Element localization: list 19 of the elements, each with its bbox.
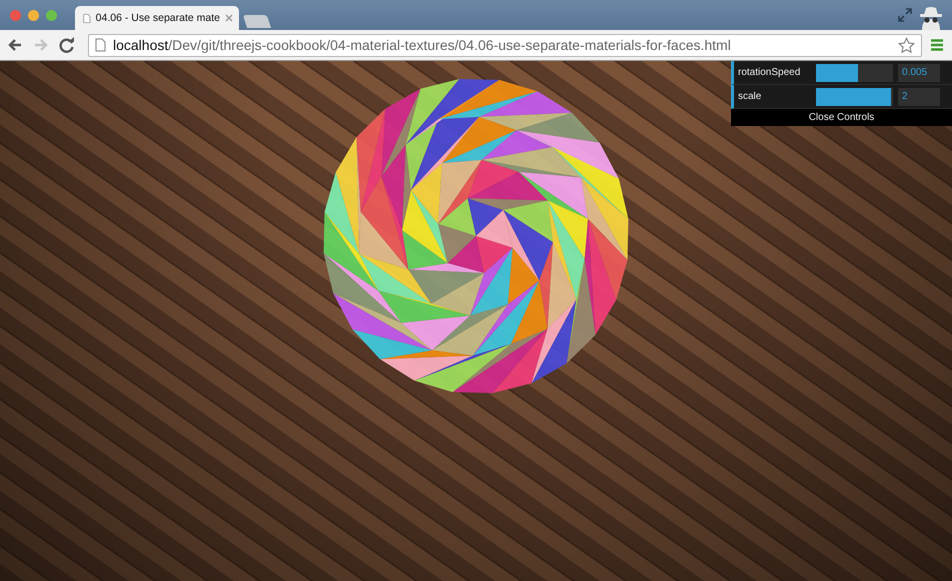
page-icon (95, 38, 106, 52)
browser-tab[interactable]: 04.06 - Use separate mate (75, 6, 239, 30)
close-controls-button[interactable]: Close Controls (731, 109, 952, 126)
zoom-window-button[interactable] (46, 10, 57, 20)
minimize-window-button[interactable] (28, 10, 39, 20)
address-bar[interactable]: localhost/Dev/git/threejs-cookbook/04-material-textures/04.06-use-separate-materials-for-faces.html (88, 34, 922, 56)
control-label: rotationSpeed (738, 67, 802, 78)
page-icon (83, 12, 91, 24)
menu-icon[interactable] (930, 38, 944, 52)
control-label: scale (738, 91, 762, 102)
number-field[interactable]: 0.005 (898, 64, 940, 82)
new-tab-button[interactable] (242, 15, 272, 28)
url-text: localhost/Dev/git/threejs-cookbook/04-material-textures/04.06-use-separate-materials-for-faces.html (113, 37, 731, 53)
close-icon[interactable] (225, 14, 233, 22)
star-icon[interactable] (898, 36, 915, 54)
number-field[interactable]: 2 (898, 88, 940, 106)
fullscreen-icon[interactable] (898, 8, 912, 22)
reload-button[interactable] (58, 36, 76, 54)
slider[interactable] (816, 64, 893, 82)
